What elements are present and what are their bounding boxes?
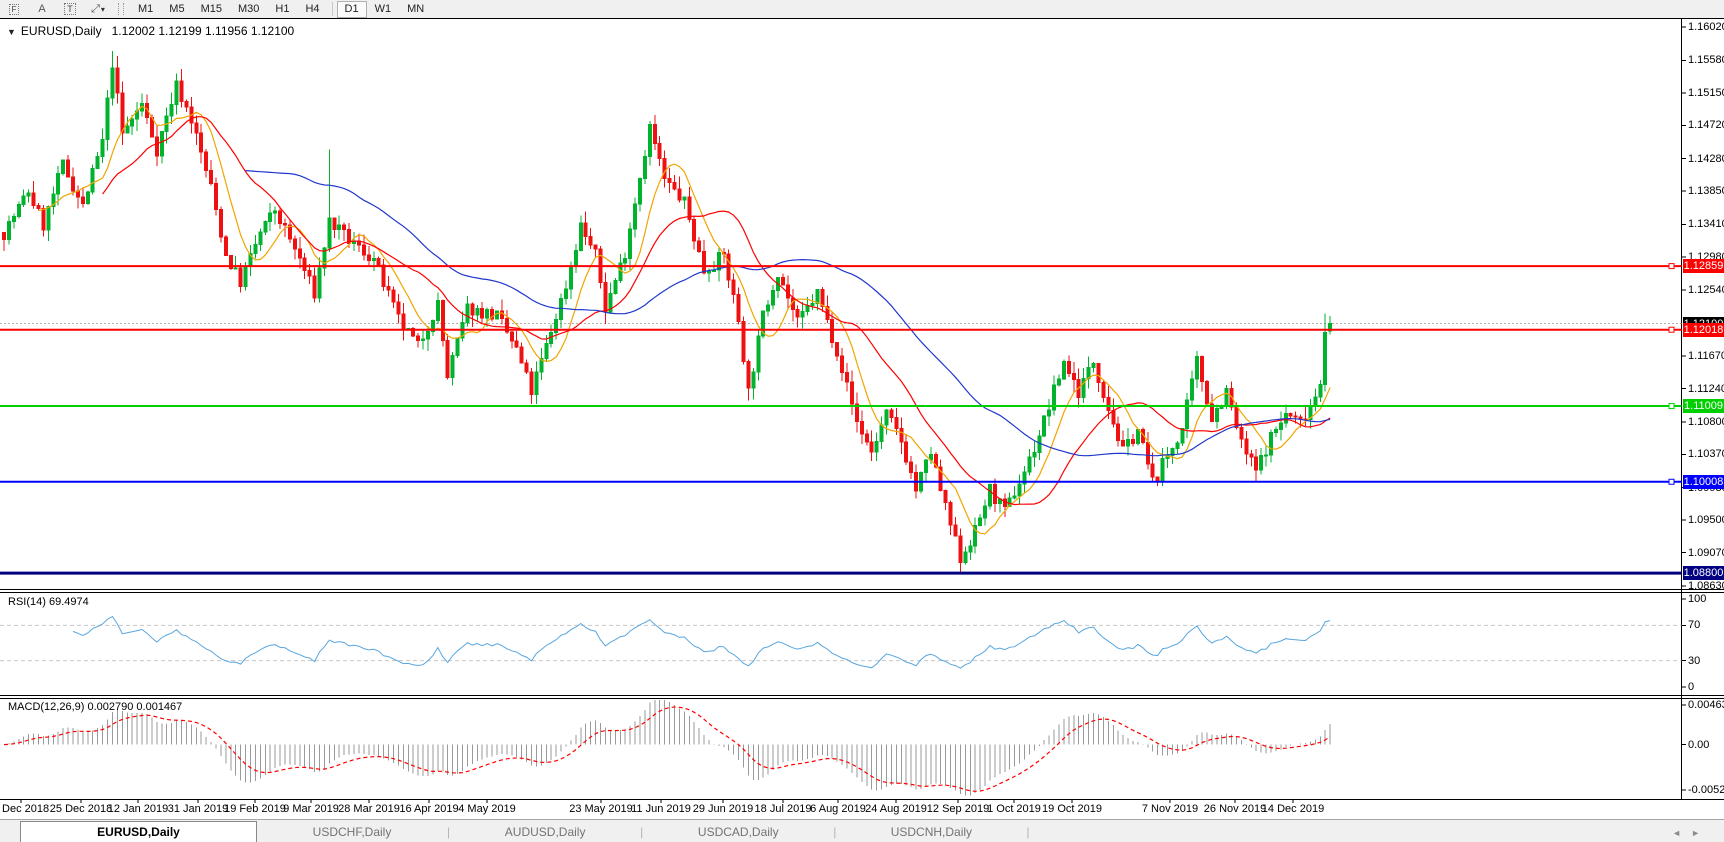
horizontal-lines[interactable]	[0, 264, 1682, 574]
date-tick-label: 4 May 2019	[458, 803, 515, 815]
top-toolbar: F A T ⤢▾ M1M5M15M30H1H4 D1W1MN	[0, 0, 1724, 18]
tab-audusd[interactable]: AUDUSD,Daily	[450, 822, 640, 842]
date-tick-label: 6 Aug 2019	[810, 803, 866, 815]
chevron-down-icon[interactable]: ▾	[101, 5, 105, 14]
macd-tick-label: -0.005299	[1688, 784, 1724, 796]
timeframe-h4-button[interactable]: H4	[297, 1, 327, 18]
date-tick-label: 24 Aug 2019	[865, 803, 927, 815]
panel-borders	[0, 19, 1724, 800]
date-tick-label: 16 Apr 2019	[399, 803, 458, 815]
text-icon: A	[38, 3, 45, 15]
chart-tab-bar: EURUSD,DailyUSDCHF,Daily|AUDUSD,Daily|US…	[0, 819, 1724, 842]
price-tick-label: 1.15580	[1688, 54, 1724, 66]
date-tick-label: 19 Feb 2019	[224, 803, 286, 815]
price-tick-label: 1.14280	[1688, 153, 1724, 165]
timeframe-m15-button[interactable]: M15	[193, 1, 230, 18]
hline-price-label[interactable]: 1.08800	[1683, 566, 1724, 580]
chart-title: ▼ EURUSD,Daily 1.12002 1.12199 1.11956 1.1…	[7, 24, 294, 38]
price-tick-label: 1.16020	[1688, 21, 1724, 33]
date-tick-label: 12 Sep 2019	[927, 803, 989, 815]
collapse-icon[interactable]: ▼	[7, 27, 16, 37]
timeframe-d1-button[interactable]: D1	[337, 1, 367, 18]
toolbar-grip[interactable]	[118, 3, 124, 15]
price-tick-label: 1.10800	[1688, 416, 1724, 428]
price-tick-label: 1.13410	[1688, 218, 1724, 230]
date-tick-label: 31 Jan 2019	[168, 803, 229, 815]
tab-usdcnh[interactable]: USDCNH,Daily	[836, 822, 1026, 842]
price-tick-label: 1.11240	[1688, 383, 1724, 395]
date-tick-label: 18 Jul 2019	[755, 803, 812, 815]
price-tick-label: 1.09500	[1688, 514, 1724, 526]
date-tick-label: 1 Oct 2019	[987, 803, 1041, 815]
date-tick-label: 23 May 2019	[569, 803, 633, 815]
toolbar-separator	[332, 2, 333, 16]
tab-separator: |	[1026, 822, 1029, 842]
price-tick-label: 1.11670	[1688, 350, 1724, 362]
tab-usdcad[interactable]: USDCAD,Daily	[643, 822, 833, 842]
rsi-panel	[0, 617, 1682, 669]
date-tick-label: 28 Mar 2019	[338, 803, 400, 815]
chart-symbol-label: EURUSD,Daily	[21, 24, 102, 38]
hline-price-label[interactable]: 1.12018	[1683, 323, 1724, 337]
price-tick-label: 1.15150	[1688, 87, 1724, 99]
macd-tick-label: 0.00463	[1688, 699, 1724, 711]
macd-header: MACD(12,26,9) 0.002790 0.001467	[8, 701, 182, 713]
date-tick-label: 9 Mar 2019	[283, 803, 339, 815]
moving-averages	[39, 106, 1331, 533]
macd-panel	[4, 700, 1330, 796]
timeframe-h1-button[interactable]: H1	[267, 1, 297, 18]
tab-usdchf[interactable]: USDCHF,Daily	[257, 822, 447, 842]
timeframe-m30-button[interactable]: M30	[230, 1, 267, 18]
tab-eurusd[interactable]: EURUSD,Daily	[20, 821, 257, 842]
price-tick-label: 1.14720	[1688, 119, 1724, 131]
date-tick-label: 7 Nov 2019	[1142, 803, 1198, 815]
timeframe-mn-button[interactable]: MN	[399, 1, 432, 18]
timeframe-toolbar: M1M5M15M30H1H4 D1W1MN	[130, 1, 432, 18]
arrows-icon: ⤢	[91, 3, 100, 15]
rsi-header: RSI(14) 69.4974	[8, 596, 89, 608]
price-tick-label: 1.12540	[1688, 284, 1724, 296]
date-tick-label: 14 Dec 2019	[1262, 803, 1324, 815]
hline-price-label[interactable]: 1.10008	[1683, 475, 1724, 489]
price-tick-label: 1.08630	[1688, 580, 1724, 592]
date-tick-label: 19 Oct 2019	[1042, 803, 1102, 815]
fibonacci-icon: F	[9, 4, 20, 15]
chart-ohlc-values: 1.12002 1.12199 1.11956 1.12100	[112, 24, 295, 38]
hline-price-label[interactable]: 1.12859	[1683, 259, 1724, 273]
rsi-tick-label: 70	[1688, 619, 1700, 631]
macd-tick-label: 0.00	[1688, 739, 1709, 751]
rsi-tick-label: 0	[1688, 681, 1694, 693]
timeframe-m1-button[interactable]: M1	[130, 1, 161, 18]
label-tool-button[interactable]: T	[56, 3, 84, 15]
price-tick-label: 1.13850	[1688, 185, 1724, 197]
date-tick-label: 25 Dec 2018	[50, 803, 112, 815]
rsi-tick-label: 30	[1688, 655, 1700, 667]
hline-price-label[interactable]: 1.11009	[1683, 399, 1724, 413]
date-tick-label: 11 Jun 2019	[631, 803, 691, 815]
tab-scroll-arrows[interactable]: ◄►	[1672, 828, 1710, 838]
text-tool-button[interactable]: A	[28, 3, 56, 15]
candlesticks	[3, 51, 1332, 572]
label-icon: T	[64, 3, 76, 15]
date-tick-label: 12 Jan 2019	[108, 803, 169, 815]
date-tick-label: 6 Dec 2018	[0, 803, 49, 815]
timeframe-w1-button[interactable]: W1	[367, 1, 400, 18]
arrows-tool-button[interactable]: ⤢▾	[84, 3, 112, 16]
chart-canvas[interactable]	[0, 0, 1724, 841]
axis-ticks	[21, 27, 1686, 803]
date-tick-label: 29 Jun 2019	[693, 803, 754, 815]
price-tick-label: 1.10370	[1688, 448, 1724, 460]
price-tick-label: 1.09070	[1688, 547, 1724, 559]
date-tick-label: 26 Nov 2019	[1204, 803, 1266, 815]
rsi-tick-label: 100	[1688, 593, 1706, 605]
timeframe-m5-button[interactable]: M5	[161, 1, 192, 18]
fibonacci-tool-button[interactable]: F	[0, 3, 28, 15]
